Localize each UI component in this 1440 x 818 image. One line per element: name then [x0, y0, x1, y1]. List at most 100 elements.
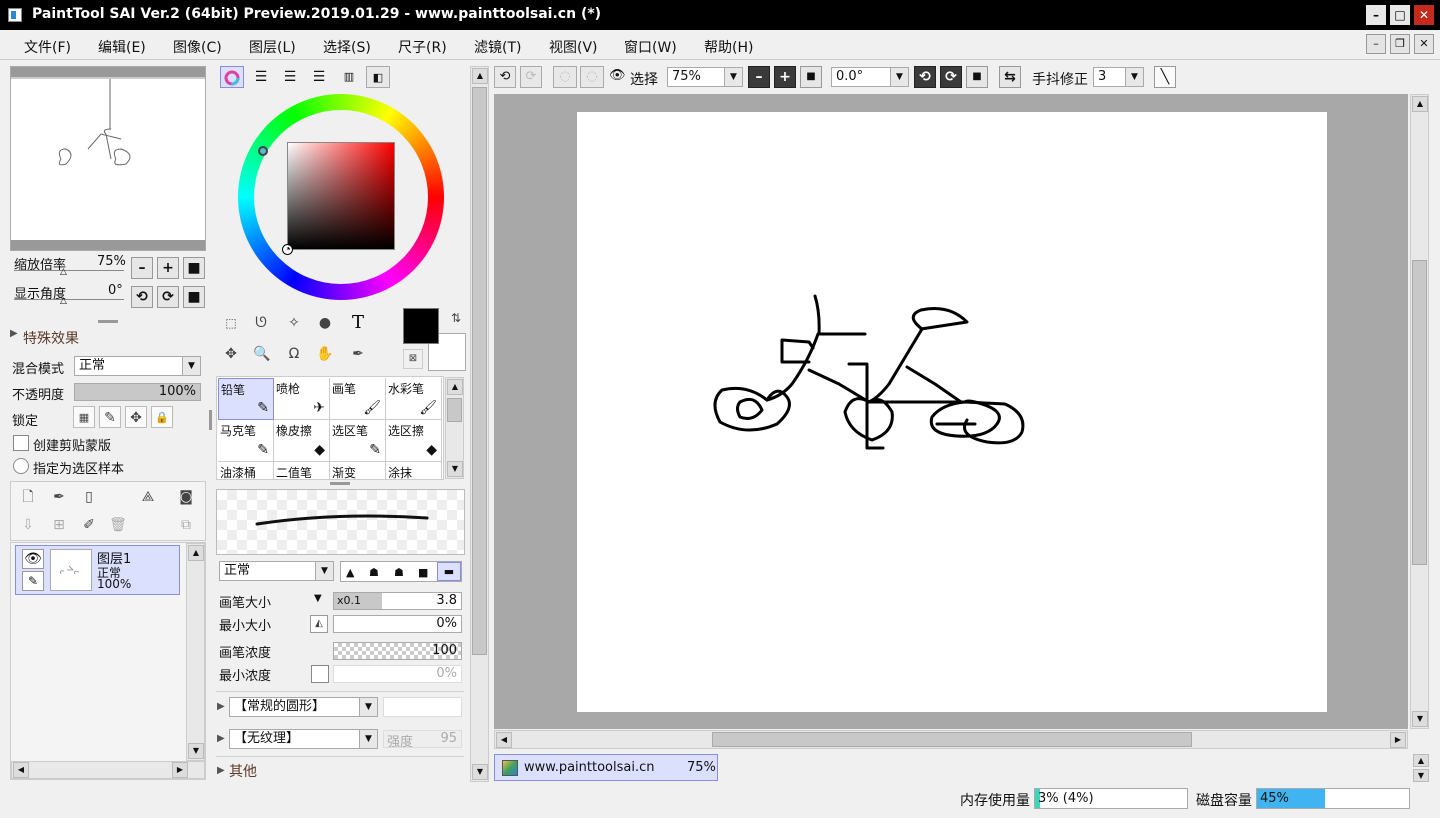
panel-grip[interactable] [330, 482, 350, 485]
scroll-left-icon[interactable]: ◀ [13, 762, 29, 778]
lock-draw-icon[interactable]: ✎ [99, 406, 121, 428]
tip-round-icon[interactable]: ▲ [346, 566, 354, 579]
shape-strength-field[interactable] [383, 697, 462, 717]
menu-edit[interactable]: 编辑(E) [98, 37, 146, 57]
opacity-bar[interactable]: 100% [74, 383, 201, 401]
pressure-size-icon[interactable]: ◭ [310, 615, 328, 633]
rotate-left-button[interactable]: ⟲ [131, 286, 153, 308]
collapse-arrow-icon[interactable]: ▶ [217, 701, 225, 712]
layer-effect-icon[interactable]: ⟁ [137, 486, 159, 508]
clip-mask-checkbox[interactable] [13, 435, 29, 451]
apply-mask-icon[interactable]: ⧉ [175, 514, 197, 536]
pencil-icon[interactable]: ✎ [22, 571, 44, 591]
delete-layer-icon[interactable]: 🗑 [107, 514, 129, 536]
menu-select[interactable]: 选择(S) [323, 37, 371, 57]
close-button[interactable]: ✕ [1414, 5, 1434, 25]
new-layer-icon[interactable]: 🗋 [17, 486, 39, 508]
mdi-close-button[interactable]: ✕ [1414, 34, 1434, 54]
rotate-tool-icon[interactable]: Ω [283, 343, 305, 365]
brush-gradient[interactable]: 渐变 [330, 462, 386, 479]
brush-binary[interactable]: 二值笔 [274, 462, 330, 479]
brush-select-pen[interactable]: 选区笔 ✎ [330, 420, 386, 462]
flip-horizontal-button[interactable]: ⇆ [999, 66, 1021, 88]
sv-square[interactable] [287, 142, 395, 250]
rotate-right-button[interactable]: ⟳ [157, 286, 179, 308]
size-dropdown-icon[interactable]: ▼ [314, 593, 322, 604]
tip-square-icon[interactable]: ▬ [437, 562, 461, 581]
effects-label[interactable]: 特殊效果 [23, 328, 79, 348]
scroll-right-icon[interactable]: ▶ [172, 762, 188, 778]
zoom-reset-button[interactable]: ■ [183, 257, 205, 279]
brush-brush[interactable]: 画笔 🖌 [330, 378, 386, 420]
canvas-area[interactable] [494, 94, 1408, 729]
scroll-thumb[interactable] [1412, 260, 1427, 565]
swatches-tab[interactable]: ▥ [337, 66, 361, 88]
selection-sample-radio[interactable] [13, 458, 29, 474]
layer-mask-icon[interactable]: ◙ [175, 486, 197, 508]
brush-size-bar[interactable]: x0.1 3.8 [333, 592, 462, 610]
zoom-out-button[interactable]: – [131, 257, 153, 279]
scroll-thumb[interactable] [472, 87, 487, 655]
collapse-arrow-icon[interactable]: ▶ [217, 765, 225, 776]
layer-list-scrollbar[interactable]: ▲ ▼ [186, 543, 205, 761]
hue-picker[interactable] [258, 146, 268, 156]
scroll-down-icon[interactable]: ▼ [188, 743, 204, 759]
text-tool-icon[interactable]: T [347, 312, 369, 334]
hand-icon[interactable]: ✋ [314, 343, 336, 365]
menu-image[interactable]: 图像(C) [173, 37, 222, 57]
maximize-button[interactable]: □ [1390, 5, 1410, 25]
angle-slider[interactable] [14, 299, 124, 300]
tool-panel-scrollbar[interactable]: ▲ ▼ [470, 66, 489, 782]
scroll-up-icon[interactable]: ▲ [188, 545, 204, 561]
brush-airbrush[interactable]: 喷枪 ✈ [274, 378, 330, 420]
menu-layer[interactable]: 图层(L) [249, 37, 296, 57]
move-icon[interactable]: ✥ [220, 343, 242, 365]
menu-file[interactable]: 文件(F) [24, 37, 71, 57]
zoom-slider-thumb[interactable]: △ [60, 267, 67, 277]
tip-hard-icon[interactable]: ■ [418, 566, 428, 579]
navigator-preview[interactable] [10, 66, 206, 251]
scroll-down-icon[interactable]: ▼ [447, 461, 463, 477]
density-bar[interactable]: 100 [333, 642, 462, 660]
layer-row[interactable]: 👁 ✎ 图层1 正常 100% [15, 545, 180, 595]
scroll-up-icon[interactable]: ▲ [447, 379, 463, 395]
undo-button[interactable]: ⟲ [494, 66, 516, 88]
eyedropper-icon[interactable]: ✒ [347, 343, 369, 365]
redo-button[interactable]: ⟳ [520, 66, 542, 88]
lock-all-icon[interactable]: 🔒 [151, 406, 173, 428]
invert-selection-button[interactable]: ◌ [580, 66, 604, 88]
color-wheel-tab[interactable] [220, 66, 244, 88]
texture-select[interactable]: 【无纹理】 ▼ [229, 729, 378, 749]
angle-slider-thumb[interactable]: △ [60, 296, 67, 306]
min-size-bar[interactable]: 0% [333, 615, 462, 633]
canvas-zoom-in-button[interactable]: + [774, 66, 796, 88]
shape-tool-icon[interactable]: ● [314, 312, 336, 334]
panel-splitter[interactable] [209, 410, 212, 430]
document-tab[interactable]: www.painttoolsai.cn 75% [494, 754, 718, 781]
new-folder-icon[interactable]: ▯ [78, 486, 100, 508]
layer-list-hscrollbar[interactable]: ◀ ▶ [11, 761, 205, 779]
color-palette-tab[interactable]: ☰ [307, 66, 331, 88]
canvas-rotate-left-button[interactable]: ⟲ [914, 66, 936, 88]
brush-grid-scrollbar[interactable]: ▲ ▼ [445, 377, 464, 479]
scroll-right-icon[interactable]: ▶ [1390, 732, 1406, 748]
new-vector-layer-icon[interactable]: ✒ [48, 486, 70, 508]
lock-transparency-icon[interactable]: ▦ [73, 406, 95, 428]
zoom-tool-icon[interactable]: 🔍 [251, 343, 273, 365]
scroll-down-icon[interactable]: ▼ [1413, 769, 1429, 782]
scroll-thumb[interactable] [712, 732, 1192, 747]
brush-marker[interactable]: 马克笔 ✎ [218, 420, 274, 462]
other-settings-label[interactable]: 其他 [229, 761, 257, 781]
foreground-color-swatch[interactable] [403, 308, 439, 344]
canvas-rotate-right-button[interactable]: ⟳ [940, 66, 962, 88]
swap-colors-icon[interactable]: ⇅ [445, 307, 467, 329]
mdi-restore-button[interactable]: ❐ [1390, 34, 1410, 54]
tip-soft-icon[interactable]: ☗ [369, 566, 379, 579]
eye-icon[interactable]: 👁 [22, 549, 44, 569]
straight-line-button[interactable]: ╲ [1154, 66, 1176, 88]
minimize-button[interactable]: – [1366, 5, 1386, 25]
rotate-reset-button[interactable]: ■ [183, 286, 205, 308]
merge-layer-icon[interactable]: ⊞ [48, 514, 70, 536]
texture-strength-bar[interactable]: 强度 95 [383, 730, 462, 750]
blend-mode-select[interactable]: 正常 ▼ [74, 356, 201, 376]
